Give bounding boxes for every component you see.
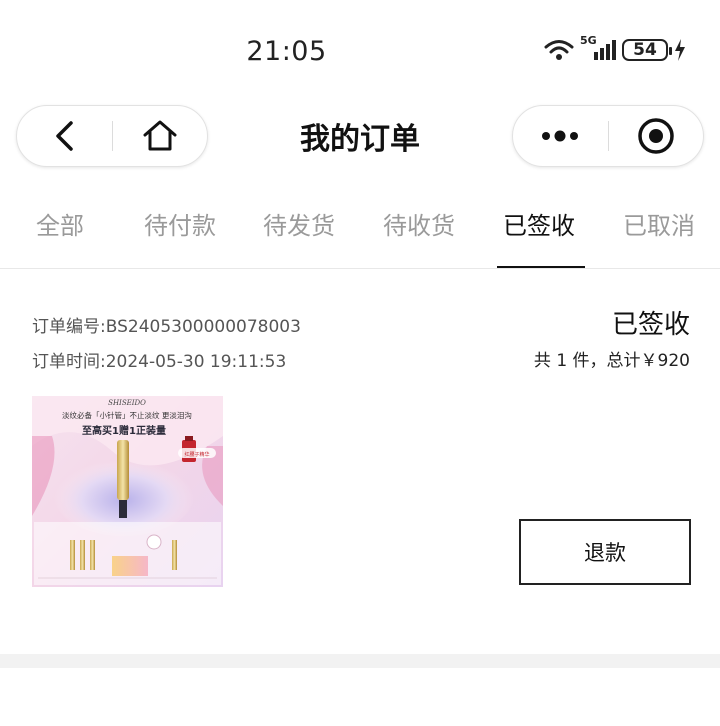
status-icons: 5G 54 [544, 34, 686, 62]
battery-level: 54 [633, 40, 657, 60]
product-image-art: SHISEIDO 淡纹必备「小针管」不止淡纹 更淡泪沟 至高买1赠1正装量 红腰… [32, 396, 223, 587]
battery-icon: 54 [622, 39, 672, 61]
order-number: 订单编号:BS2405300000078003 [32, 317, 301, 337]
tab-cancelled[interactable]: 已取消 [623, 206, 695, 241]
tab-pending-shipment[interactable]: 待发货 [263, 206, 335, 241]
order-card[interactable]: 订单编号:BS2405300000078003 订单时间:2024-05-30 … [0, 270, 720, 654]
order-time: 订单时间:2024-05-30 19:11:53 [32, 352, 287, 372]
wifi-icon [544, 40, 574, 60]
product-image[interactable]: SHISEIDO 淡纹必备「小针管」不止淡纹 更淡泪沟 至高买1赠1正装量 红腰… [32, 396, 223, 587]
section-separator [0, 654, 720, 668]
clock: 21:05 [246, 36, 327, 67]
refund-button[interactable]: 退款 [519, 519, 691, 585]
tabs-divider [0, 268, 720, 269]
page-title: 我的订单 [300, 122, 420, 157]
tab-pending-payment[interactable]: 待付款 [144, 206, 216, 241]
tab-all[interactable]: 全部 [36, 206, 84, 241]
gift-tag: 红腰子精华 [184, 451, 209, 458]
tab-pending-receipt[interactable]: 待收货 [383, 206, 455, 241]
next-order-card [0, 668, 720, 726]
order-status: 已签收 [611, 310, 690, 340]
product-headline: 淡纹必备「小针管」不止淡纹 更淡泪沟 [62, 410, 192, 420]
promo-text: 至高买1赠1正装量 [82, 424, 166, 437]
signal-icon [594, 40, 616, 60]
brand-wordmark: SHISEIDO [108, 399, 146, 407]
order-tabs: 全部 待付款 待发货 待收货 已签收 已取消 [0, 190, 720, 270]
signal-indicator: 5G [580, 34, 616, 62]
tab-signed[interactable]: 已签收 [503, 206, 575, 241]
order-summary: 共 1 件，总计￥920 [533, 351, 690, 371]
charging-icon [675, 39, 685, 61]
status-bar: 21:05 5G 54 [0, 0, 720, 100]
